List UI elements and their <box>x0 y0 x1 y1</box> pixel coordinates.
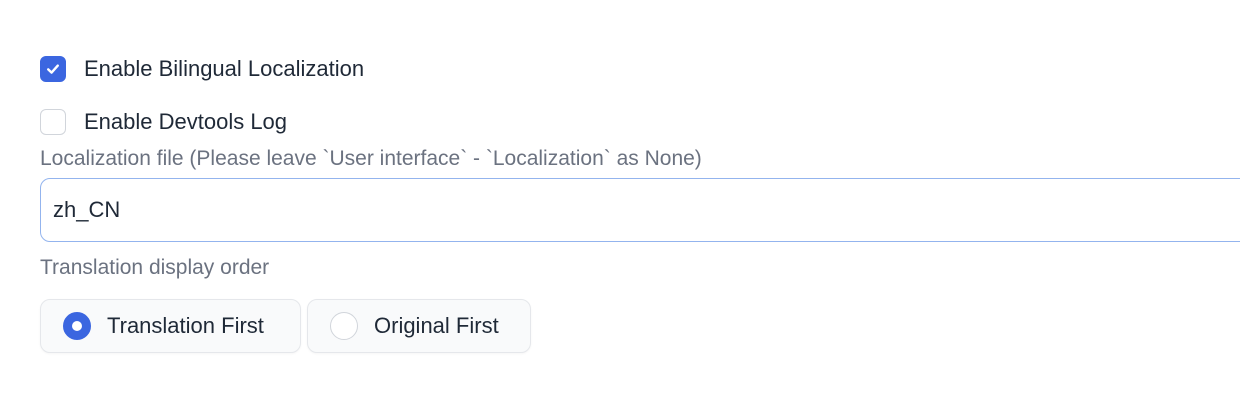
display-order-radio-group: Translation First Original First <box>40 299 537 353</box>
check-icon <box>47 64 59 74</box>
bilingual-localization-checkbox-row[interactable]: Enable Bilingual Localization <box>40 56 364 82</box>
original-first-option[interactable]: Original First <box>307 299 531 353</box>
localization-settings-panel: Enable Bilingual Localization Enable Dev… <box>0 0 1240 406</box>
localization-file-input[interactable] <box>40 178 1240 242</box>
bilingual-localization-label: Enable Bilingual Localization <box>84 56 365 81</box>
devtools-log-checkbox[interactable] <box>40 109 66 135</box>
localization-file-label: Localization file (Please leave `User in… <box>40 147 702 170</box>
translation-first-radio[interactable] <box>63 312 91 340</box>
translation-first-label: Translation First <box>107 313 264 338</box>
display-order-label: Translation display order <box>40 256 270 279</box>
translation-first-option[interactable]: Translation First <box>40 299 301 353</box>
original-first-radio[interactable] <box>330 312 358 340</box>
devtools-log-checkbox-row[interactable]: Enable Devtools Log <box>40 109 287 135</box>
devtools-log-label: Enable Devtools Log <box>84 109 288 134</box>
bilingual-localization-checkbox[interactable] <box>40 56 66 82</box>
original-first-label: Original First <box>374 313 499 338</box>
